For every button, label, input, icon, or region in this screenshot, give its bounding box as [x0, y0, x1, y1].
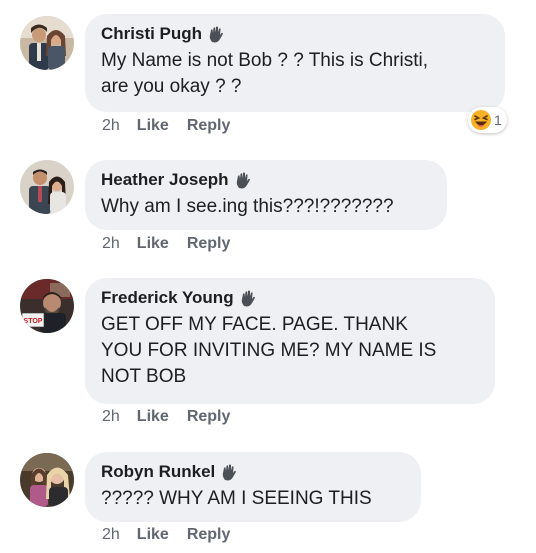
- author-name[interactable]: Christi Pugh: [101, 24, 202, 44]
- comment-text-line: are you okay ? ?: [101, 76, 242, 97]
- stop-sign-text: STOP: [24, 318, 43, 325]
- avatar-photo: [20, 16, 74, 70]
- author-name[interactable]: Heather Joseph: [101, 170, 229, 190]
- avatar-photo: [20, 160, 74, 214]
- avatar-photo: STOP: [20, 279, 74, 333]
- like-button[interactable]: Like: [137, 235, 169, 253]
- avatar[interactable]: [20, 453, 74, 507]
- comment-timestamp[interactable]: 2h: [102, 117, 120, 135]
- comment-text-line: YOU FOR INVITING ME? MY NAME IS: [101, 340, 437, 361]
- comment-bubble: Heather Joseph Why am I see.ing this???!…: [85, 160, 447, 230]
- comment-text: My Name is not Bob ? ? This is Christi, …: [101, 48, 489, 100]
- comment-actions: 2h Like Reply: [102, 526, 248, 544]
- wave-hand-icon: [236, 172, 250, 188]
- laugh-haha-icon: [471, 110, 491, 130]
- comment-bubble: Christi Pugh My Name is not Bob ? ? This…: [85, 14, 505, 112]
- like-button[interactable]: Like: [137, 117, 169, 135]
- wave-hand-icon: [223, 464, 237, 480]
- avatar[interactable]: [20, 16, 74, 70]
- comment-text-line: NOT BOB: [101, 366, 187, 387]
- comment-actions: 2h Like Reply: [102, 235, 248, 253]
- avatar[interactable]: [20, 160, 74, 214]
- comment-text-line: My Name is not Bob ? ? This is Christi,: [101, 50, 428, 71]
- avatar-photo: [20, 453, 74, 507]
- comment-text: ????? WHY AM I SEEING THIS: [101, 486, 405, 512]
- wave-hand-icon: [209, 26, 224, 42]
- comment-text-line: GET OFF MY FACE. PAGE. THANK: [101, 314, 408, 335]
- reaction-count: 1: [494, 112, 502, 128]
- comment-bubble: Frederick Young GET OFF MY FACE. PAGE. T…: [85, 278, 495, 404]
- author-name[interactable]: Frederick Young: [101, 288, 234, 308]
- comment-actions: 2h Like Reply: [102, 117, 248, 135]
- reply-button[interactable]: Reply: [187, 408, 231, 426]
- reply-button[interactable]: Reply: [187, 526, 231, 544]
- like-button[interactable]: Like: [137, 408, 169, 426]
- author-name[interactable]: Robyn Runkel: [101, 462, 215, 482]
- comment-text-line: Why am I see.ing this???!???????: [101, 196, 394, 217]
- reaction-count-badge[interactable]: 1: [468, 107, 507, 133]
- comment-timestamp[interactable]: 2h: [102, 408, 120, 426]
- wave-hand-icon: [241, 290, 255, 306]
- comment-text: Why am I see.ing this???!???????: [101, 194, 431, 220]
- reply-button[interactable]: Reply: [187, 235, 231, 253]
- comment-text: GET OFF MY FACE. PAGE. THANK YOU FOR INV…: [101, 312, 479, 390]
- avatar[interactable]: STOP: [20, 279, 74, 333]
- like-button[interactable]: Like: [137, 526, 169, 544]
- comment-actions: 2h Like Reply: [102, 408, 248, 426]
- reply-button[interactable]: Reply: [187, 117, 231, 135]
- comment-bubble: Robyn Runkel ????? WHY AM I SEEING THIS: [85, 452, 421, 522]
- comment-timestamp[interactable]: 2h: [102, 526, 120, 544]
- comment-timestamp[interactable]: 2h: [102, 235, 120, 253]
- comment-text-line: ????? WHY AM I SEEING THIS: [101, 488, 372, 509]
